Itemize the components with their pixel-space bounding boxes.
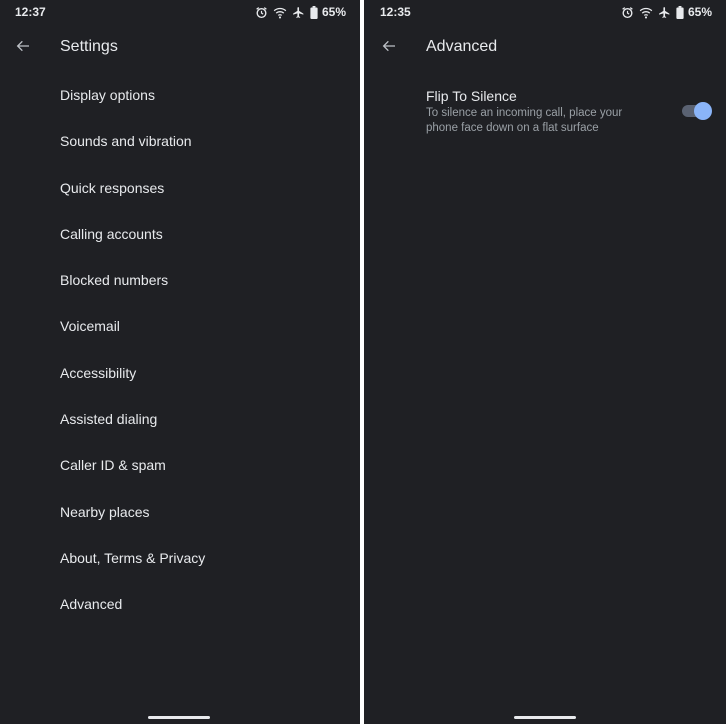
gesture-nav-handle[interactable] <box>514 716 576 719</box>
menu-item-label: Voicemail <box>60 318 120 335</box>
arrow-back-icon <box>15 38 31 59</box>
menu-item-label: Nearby places <box>60 503 150 520</box>
page-title: Advanced <box>426 38 498 55</box>
menu-item-label: Caller ID & spam <box>60 457 166 474</box>
battery-percent: 65% <box>321 5 346 19</box>
menu-item-label: Assisted dialing <box>60 411 158 428</box>
alarm-icon <box>621 6 634 19</box>
menu-item-label: Quick responses <box>60 179 165 196</box>
airplane-mode-icon <box>658 6 671 19</box>
wifi-icon <box>639 6 653 19</box>
status-time: 12:37 <box>15 5 46 19</box>
menu-item-label: About, Terms & Privacy <box>60 549 206 566</box>
flip-to-silence-preference[interactable]: Flip To Silence To silence an incoming c… <box>364 84 726 144</box>
flip-to-silence-toggle[interactable] <box>682 101 712 121</box>
status-icons: 65% <box>255 4 346 20</box>
advanced-screen: 12:35 65% Advanced Flip To Silence To si… <box>364 0 726 724</box>
airplane-mode-icon <box>292 6 305 19</box>
menu-item-display-options[interactable]: Display options <box>0 72 360 118</box>
arrow-back-icon <box>381 38 397 59</box>
status-icons: 65% <box>621 4 712 20</box>
menu-item-about-terms-privacy[interactable]: About, Terms & Privacy <box>0 535 360 581</box>
menu-item-advanced[interactable]: Advanced <box>0 581 360 627</box>
app-bar: Advanced <box>364 28 726 68</box>
menu-item-label: Advanced <box>60 596 123 613</box>
settings-menu-list: Display options Sounds and vibration Qui… <box>0 72 360 628</box>
toggle-thumb <box>694 102 712 120</box>
menu-item-voicemail[interactable]: Voicemail <box>0 303 360 349</box>
menu-item-label: Display options <box>60 87 155 103</box>
menu-item-label: Calling accounts <box>60 225 163 242</box>
preference-summary: To silence an incoming call, place your … <box>426 107 623 134</box>
back-button[interactable] <box>376 36 402 60</box>
menu-item-caller-id-spam[interactable]: Caller ID & spam <box>0 442 360 488</box>
menu-item-assisted-dialing[interactable]: Assisted dialing <box>0 396 360 442</box>
menu-item-label: Accessibility <box>60 364 137 381</box>
status-time: 12:35 <box>380 5 411 19</box>
menu-item-quick-responses[interactable]: Quick responses <box>0 165 360 211</box>
battery-percent: 65% <box>687 5 712 19</box>
page-title: Settings <box>60 38 118 55</box>
app-bar: Settings <box>0 28 360 68</box>
preference-title: Flip To Silence <box>426 88 517 104</box>
menu-item-label: Blocked numbers <box>60 272 169 289</box>
menu-item-nearby-places[interactable]: Nearby places <box>0 489 360 535</box>
menu-item-sounds-and-vibration[interactable]: Sounds and vibration <box>0 118 360 164</box>
wifi-icon <box>273 6 287 19</box>
back-button[interactable] <box>10 36 36 60</box>
menu-item-accessibility[interactable]: Accessibility <box>0 350 360 396</box>
gesture-nav-handle[interactable] <box>148 716 210 719</box>
battery-icon <box>676 5 684 19</box>
status-bar: 12:35 65% <box>364 0 726 24</box>
status-bar: 12:37 65% <box>0 0 360 24</box>
menu-item-blocked-numbers[interactable]: Blocked numbers <box>0 257 360 303</box>
menu-item-calling-accounts[interactable]: Calling accounts <box>0 211 360 257</box>
settings-screen: 12:37 65% Settings Display options Sound… <box>0 0 360 724</box>
menu-item-label: Sounds and vibration <box>60 133 192 150</box>
battery-icon <box>310 5 318 19</box>
alarm-icon <box>255 6 268 19</box>
